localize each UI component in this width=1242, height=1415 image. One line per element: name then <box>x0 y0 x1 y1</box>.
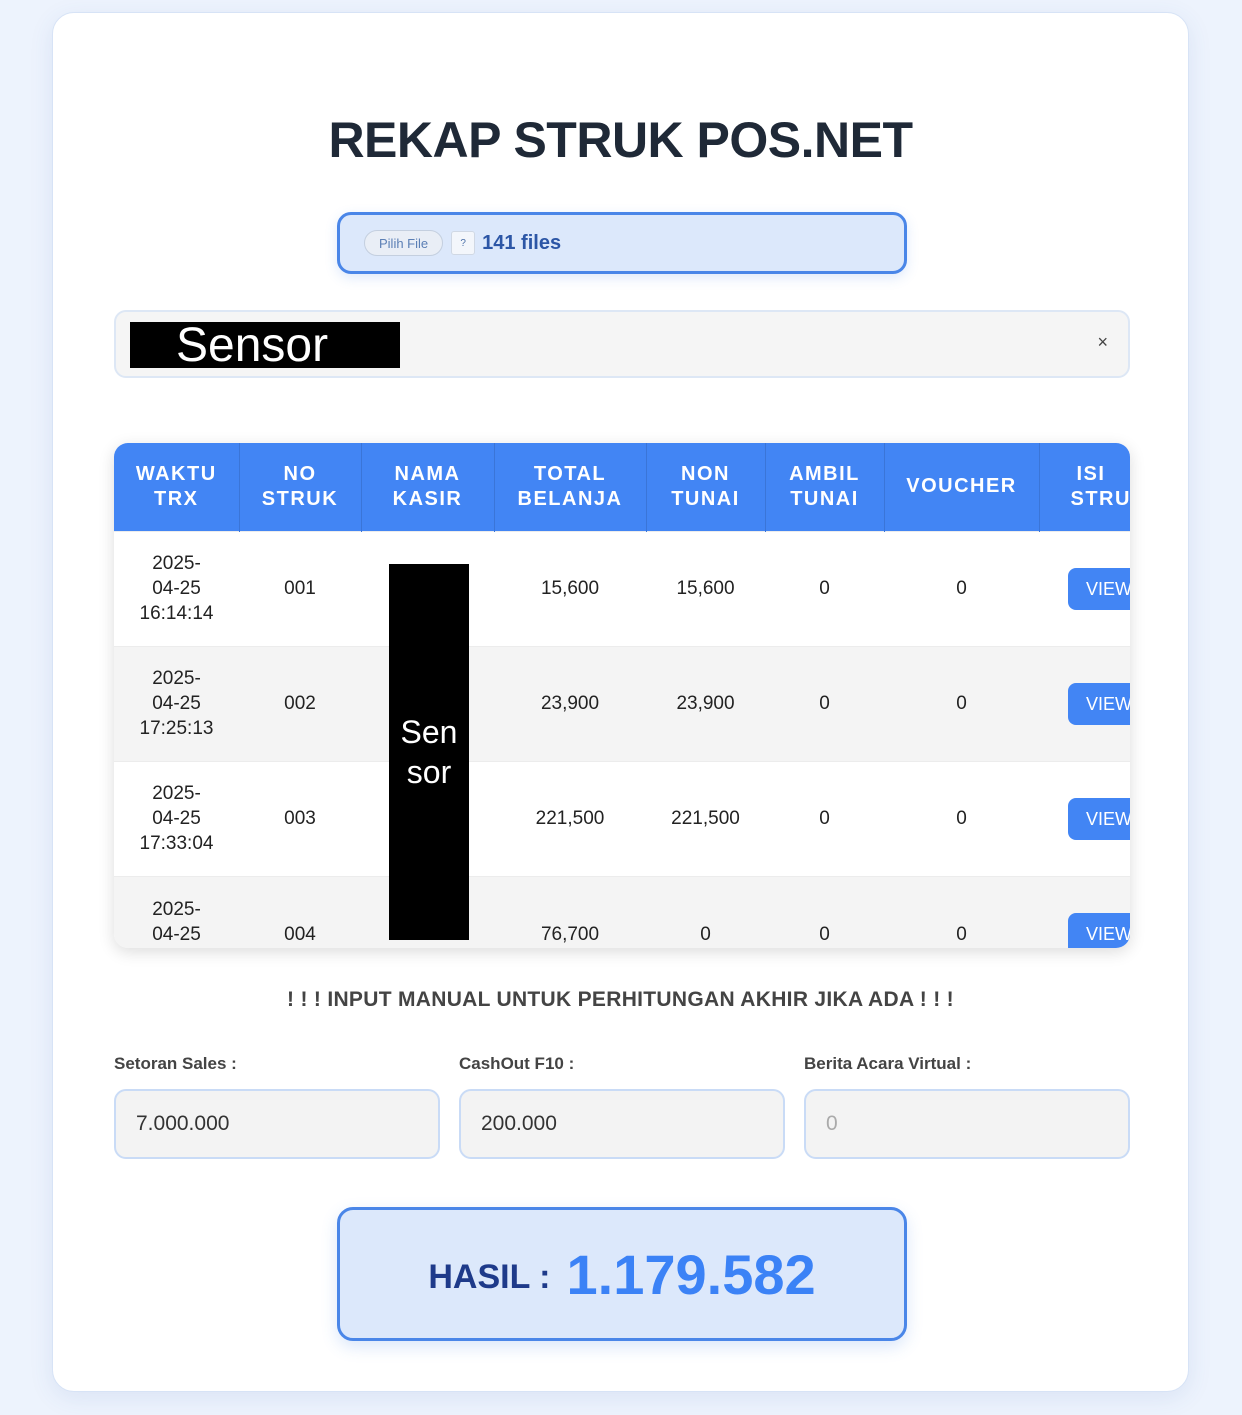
cell-non-tunai: 221,500 <box>646 760 765 876</box>
table-row: 2025- 04-25 17:25:13 002 23,900 23,900 0 0… <box>114 645 1130 761</box>
cell-no-struk: 003 <box>239 760 361 876</box>
view-button[interactable]: VIEW <box>1068 912 1130 948</box>
header-total-belanja[interactable]: TOTAL BELANJA <box>494 443 647 531</box>
cell-waktu: 2025- 04-25 17:25:13 <box>114 645 239 761</box>
cell-waktu: 2025- 04-25 17:33:04 <box>114 760 239 876</box>
cell-non-tunai: 0 <box>646 875 765 948</box>
kasir-redaction-block: Sen sor <box>389 564 469 940</box>
cell-waktu: 2025- 04-25 16:14:14 <box>114 530 239 646</box>
result-value: 1.179.582 <box>566 1242 816 1306</box>
cell-voucher: 0 <box>884 530 1039 646</box>
cell-non-tunai: 15,600 <box>646 530 765 646</box>
cell-ambil-tunai: 0 <box>765 645 884 761</box>
choose-file-button[interactable]: Pilih File <box>364 230 444 256</box>
view-button[interactable]: VIEW <box>1068 567 1130 610</box>
manual-input-notice: ! ! ! INPUT MANUAL UNTUK PERHITUNGAN AKH… <box>287 988 954 1011</box>
berita-acara-label: Berita Acara Virtual : <box>804 1054 972 1073</box>
table-header-row: WAKTU TRX NO STRUK NAMA KASIR TOTAL BELANJA … <box>114 443 1130 531</box>
view-button[interactable]: VIEW <box>1068 797 1130 840</box>
cell-ambil-tunai: 0 <box>765 530 884 646</box>
cell-isi-struk: VIEW <box>1039 530 1130 646</box>
cell-ambil-tunai: 0 <box>765 875 884 948</box>
file-count-label: 141 files <box>482 231 562 254</box>
header-nama-kasir[interactable]: NAMA KASIR <box>361 443 495 531</box>
search-input[interactable]: Sensor × <box>114 310 1130 378</box>
cell-voucher: 0 <box>884 645 1039 761</box>
table-row: 2025- 04-25 16:14:14 001 15,600 15,600 0 0… <box>114 530 1130 646</box>
cell-isi-struk: VIEW <box>1039 760 1130 876</box>
result-label: HASIL : <box>428 1257 551 1296</box>
cell-voucher: 0 <box>884 760 1039 876</box>
view-button[interactable]: VIEW <box>1068 682 1130 725</box>
cell-total: 23,900 <box>494 645 646 761</box>
header-isi-struk[interactable]: ISI STRU <box>1039 443 1130 531</box>
file-picker[interactable]: Pilih File ? 141 files <box>337 212 907 274</box>
result-box: HASIL : 1.179.582 <box>337 1207 907 1341</box>
setoran-sales-input[interactable] <box>114 1089 440 1159</box>
header-no-struk[interactable]: NO STRUK <box>239 443 362 531</box>
clear-icon[interactable]: × <box>1097 332 1108 353</box>
cell-total: 76,700 <box>494 875 646 948</box>
berita-acara-input[interactable] <box>804 1089 1130 1159</box>
cell-non-tunai: 23,900 <box>646 645 765 761</box>
cashout-input[interactable] <box>459 1089 785 1159</box>
header-voucher[interactable]: VOUCHER <box>884 443 1040 531</box>
redaction-block: Sensor <box>130 319 400 372</box>
receipt-table: WAKTU TRX NO STRUK NAMA KASIR TOTAL BELANJA … <box>114 443 1130 948</box>
header-waktu-trx[interactable]: WAKTU TRX <box>114 443 240 531</box>
cell-isi-struk: VIEW <box>1039 645 1130 761</box>
cashout-label: CashOut F10 : <box>459 1054 575 1073</box>
cell-waktu: 2025- 04-25 <box>114 875 239 948</box>
cell-ambil-tunai: 0 <box>765 760 884 876</box>
cell-total: 221,500 <box>494 760 646 876</box>
page-title: REKAP STRUK POS.NET <box>328 112 913 168</box>
cell-no-struk: 001 <box>239 530 361 646</box>
cell-total: 15,600 <box>494 530 646 646</box>
table-row: 2025- 04-25 17:33:04 003 221,500 221,500 0… <box>114 760 1130 876</box>
file-icon: ? <box>451 231 476 255</box>
cell-no-struk: 004 <box>239 875 361 948</box>
cell-isi-struk: VIEW <box>1039 875 1130 948</box>
table-row: 2025- 04-25 004 76,700 0 0 0 VIEW <box>114 875 1130 948</box>
setoran-sales-label: Setoran Sales : <box>114 1054 237 1073</box>
cell-voucher: 0 <box>884 875 1039 948</box>
main-card: REKAP STRUK POS.NET Pilih File ? 141 fil… <box>52 12 1189 1392</box>
cell-no-struk: 002 <box>239 645 361 761</box>
header-ambil-tunai[interactable]: AMBIL TUNAI <box>765 443 885 531</box>
header-non-tunai[interactable]: NON TUNAI <box>646 443 766 531</box>
